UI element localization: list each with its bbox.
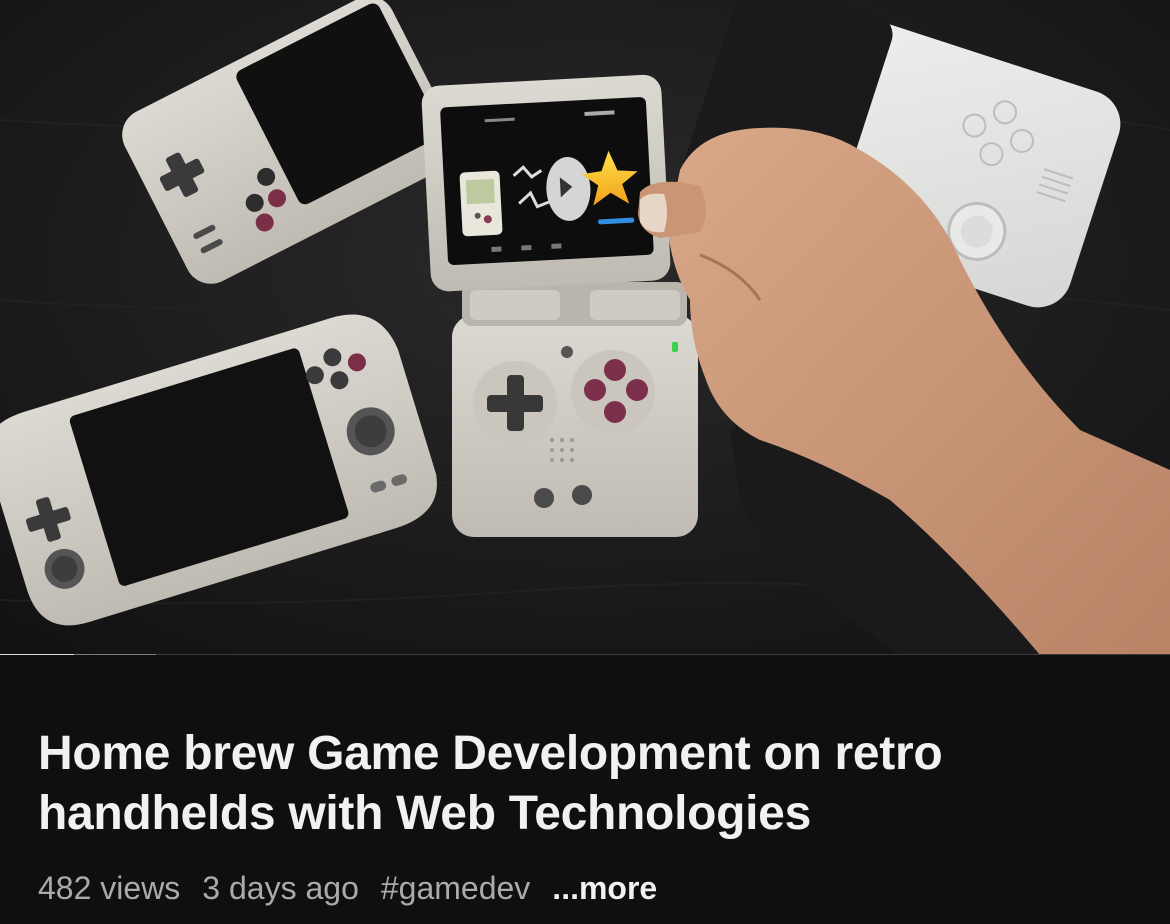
video-metadata[interactable]: 482 views 3 days ago #gamedev ...more <box>38 870 657 907</box>
video-details-panel[interactable]: Home brew Game Development on retro hand… <box>0 660 1170 924</box>
upload-age: 3 days ago <box>202 870 359 906</box>
video-frame-image <box>0 0 1170 655</box>
progress-played <box>0 654 74 655</box>
video-title[interactable]: Home brew Game Development on retro hand… <box>38 724 1128 844</box>
video-player[interactable] <box>0 0 1170 655</box>
hashtag-link[interactable]: #gamedev <box>381 870 530 907</box>
view-count: 482 views <box>38 870 181 906</box>
video-progress-bar[interactable] <box>0 654 1170 655</box>
video-watch-page: Home brew Game Development on retro hand… <box>0 0 1170 924</box>
more-button[interactable]: ...more <box>552 870 657 907</box>
